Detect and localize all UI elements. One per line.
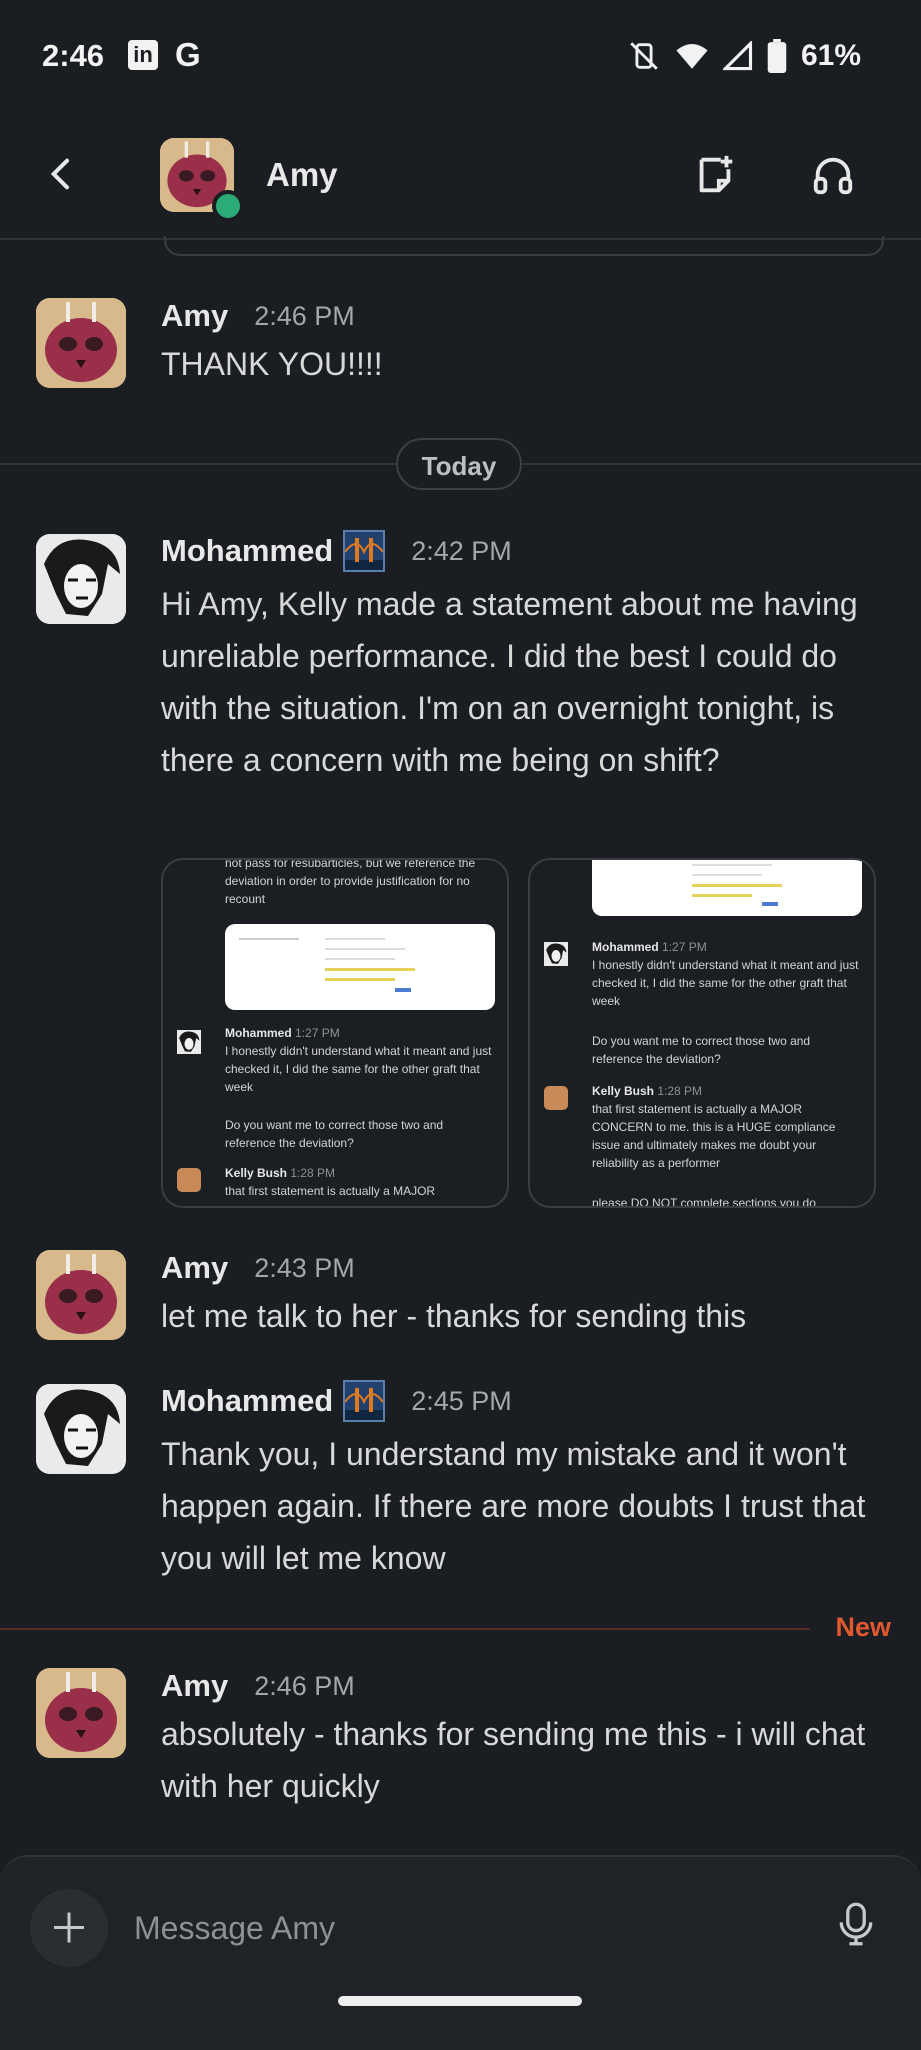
attachment-text: Do you want me to correct those two and …: [592, 1034, 811, 1066]
attachment-text: I honestly didn't understand what it mea…: [225, 1044, 492, 1094]
status-right: 61%: [627, 36, 861, 76]
message-meta: Mohammed 2:45 PM: [161, 1380, 512, 1422]
attachment-text: not pass for resubarticles, but we refer…: [225, 858, 476, 906]
headphones-icon[interactable]: [810, 152, 856, 198]
attachment-author: Mohammed: [225, 1026, 292, 1040]
back-arrow-icon[interactable]: [42, 154, 82, 194]
timestamp: 2:46 PM: [254, 1670, 355, 1701]
timestamp: 2:45 PM: [411, 1385, 512, 1416]
message-meta: Mohammed 2:42 PM: [161, 530, 512, 572]
conversation-title[interactable]: Amy: [266, 156, 338, 194]
battery-icon: [767, 39, 787, 73]
timestamp: 2:42 PM: [411, 535, 512, 566]
timestamp: 2:43 PM: [254, 1252, 355, 1283]
avatar[interactable]: [36, 1668, 126, 1758]
message-text: absolutely - thanks for sending me this …: [161, 1716, 866, 1804]
conversation-header: Amy: [0, 116, 921, 240]
attachment-author: Kelly Bush: [225, 1166, 288, 1180]
avatar[interactable]: [36, 298, 126, 388]
previous-attachment-edge: [164, 236, 884, 256]
google-icon: G: [175, 36, 201, 73]
attachment-time: 1:27 PM: [295, 1026, 340, 1040]
message-text: Hi Amy, Kelly made a statement about me …: [161, 586, 858, 778]
home-indicator[interactable]: [338, 1996, 582, 2006]
author-name[interactable]: Amy: [161, 1250, 228, 1286]
image-attachment[interactable]: not pass for resubarticles, but we refer…: [161, 858, 509, 1208]
new-messages-label: New: [835, 1612, 891, 1642]
microphone-icon[interactable]: [836, 1901, 876, 1947]
vibrate-off-icon: [630, 42, 658, 70]
wifi-icon: [676, 43, 708, 69]
attachment-avatar: [544, 942, 568, 966]
attachment-text: Do you want me to correct those two and …: [225, 1118, 444, 1150]
bridge-emoji-icon: [343, 1380, 386, 1422]
attachment-meta: Mohammed 1:27 PM: [592, 938, 707, 956]
message-meta: Amy 2:46 PM: [161, 1668, 355, 1704]
attachment-author: Kelly Bush: [592, 1084, 655, 1098]
message-meta: Amy 2:46 PM: [161, 298, 355, 334]
timestamp: 2:46 PM: [254, 300, 355, 331]
attachment-text: that first statement is actually a MAJOR: [225, 1184, 436, 1198]
day-separator[interactable]: Today: [396, 438, 522, 490]
attachment-time: 1:28 PM: [290, 1166, 336, 1180]
attachment-meta: Mohammed 1:27 PM: [225, 1024, 340, 1042]
attachment-avatar: [177, 1168, 201, 1192]
author-name[interactable]: Mohammed: [161, 1383, 333, 1419]
attachment-screenshot-preview: [225, 924, 495, 1010]
message-composer: [0, 1855, 921, 2050]
presence-indicator: [212, 190, 244, 222]
avatar[interactable]: [36, 1250, 126, 1340]
attachment-avatar: [544, 1086, 568, 1110]
author-name[interactable]: Amy: [161, 298, 228, 334]
message-text: let me talk to her - thanks for sending …: [161, 1298, 747, 1334]
avatar[interactable]: [36, 534, 126, 624]
bridge-emoji-icon: [343, 530, 386, 572]
attachment-meta: Kelly Bush 1:28 PM: [225, 1164, 335, 1182]
author-name[interactable]: Amy: [161, 1668, 228, 1704]
message-text: THANK YOU!!!!: [161, 346, 383, 382]
status-time: 2:46: [42, 38, 105, 73]
attachment-time: 1:28 PM: [657, 1084, 703, 1098]
status-bar: 2:46 in G 61%: [0, 0, 921, 116]
image-attachment[interactable]: Mohammed 1:27 PM I honestly didn't under…: [528, 858, 876, 1208]
message-meta: Amy 2:43 PM: [161, 1250, 355, 1286]
attachment-text: please DO NOT complete sections you do: [592, 1196, 816, 1208]
attachment-avatar: [177, 1030, 201, 1054]
new-messages-line: [0, 1628, 810, 1630]
battery-level: 61%: [800, 39, 861, 72]
attachment-author: Mohammed: [592, 940, 659, 954]
attachment-text: that first statement is actually a MAJOR…: [592, 1102, 836, 1170]
message-input[interactable]: [132, 1897, 696, 1959]
attachment-meta: Kelly Bush 1:28 PM: [592, 1082, 702, 1100]
add-attachment-button[interactable]: [30, 1889, 108, 1967]
avatar[interactable]: [36, 1384, 126, 1474]
attachment-text: I honestly didn't understand what it mea…: [592, 958, 859, 1008]
linkedin-icon: in: [128, 40, 158, 70]
attachment-screenshot-preview: [592, 860, 862, 916]
message-text: Thank you, I understand my mistake and i…: [161, 1436, 866, 1576]
author-name[interactable]: Mohammed: [161, 533, 333, 569]
signal-icon: [722, 41, 753, 71]
attachment-time: 1:27 PM: [662, 940, 707, 954]
canvas-icon[interactable]: [692, 152, 738, 198]
